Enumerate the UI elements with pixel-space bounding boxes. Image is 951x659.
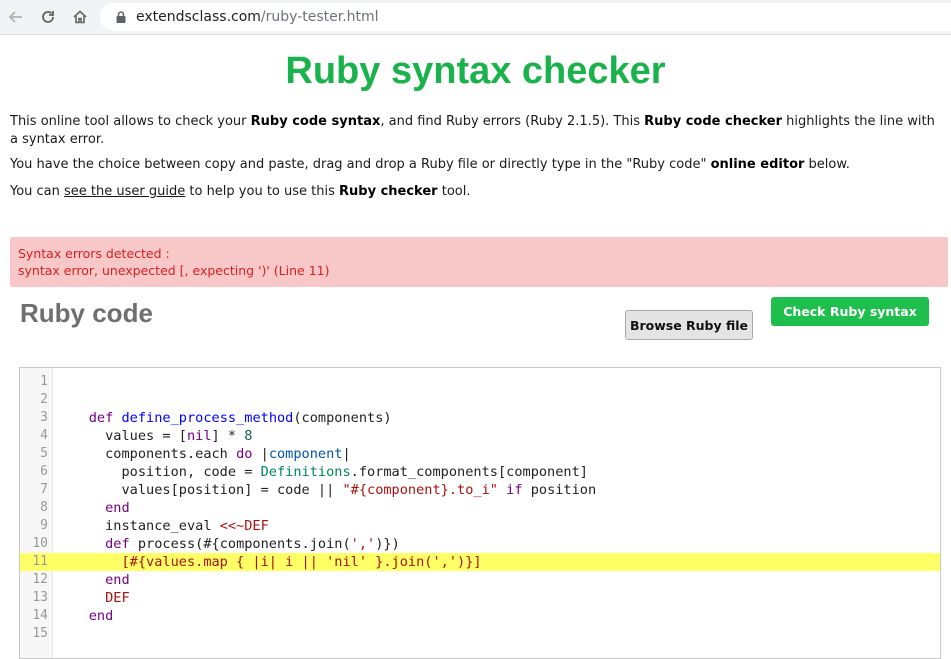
code-line[interactable]: 15 — [20, 625, 940, 643]
code-text: end — [88, 608, 114, 624]
code-text: values[position] = code || "#{component}… — [56, 482, 597, 498]
lock-icon — [116, 11, 126, 23]
intro1-bold-1: Ruby code syntax — [250, 114, 381, 129]
intro3-text-3: tool. — [437, 184, 471, 199]
browser-toolbar: extendsclass.com/ruby-tester.html — [0, 0, 951, 35]
intro3-bold-1: Ruby checker — [339, 184, 438, 199]
line-number: 15 — [32, 626, 48, 641]
code-line[interactable]: 2 — [20, 391, 940, 409]
code-line[interactable]: 6 position, code = Definitions.format_co… — [20, 463, 940, 481]
line-number: 6 — [40, 464, 48, 479]
intro2-text-1: You have the choice between copy and pas… — [10, 157, 711, 172]
url-host: extendsclass.com — [136, 9, 261, 25]
intro-paragraph-2: You have the choice between copy and pas… — [10, 156, 942, 174]
intro-paragraph-3: You can see the user guide to help you t… — [10, 183, 942, 201]
line-number: 5 — [40, 446, 48, 461]
intro2-bold-1: online editor — [710, 157, 805, 172]
line-number: 14 — [32, 608, 48, 623]
line-number: 12 — [32, 572, 48, 587]
line-number: 3 — [40, 410, 48, 425]
code-editor[interactable]: 123 def define_process_method(components… — [19, 367, 941, 659]
reload-icon[interactable] — [36, 5, 60, 29]
intro3-text-2: to help you to use this — [185, 184, 339, 199]
line-number: 13 — [32, 590, 48, 605]
code-text: end — [105, 500, 130, 516]
code-line-error[interactable]: 11 [#{values.map { |i| i || 'nil' }.join… — [20, 553, 940, 571]
code-line[interactable]: 5 components.each do |component| — [20, 445, 940, 463]
code-text: values = [nil] * 8 — [56, 428, 253, 444]
code-line[interactable]: 8 end — [20, 499, 940, 517]
back-arrow-icon[interactable] — [4, 5, 28, 29]
url-path: /ruby-tester.html — [260, 9, 379, 25]
intro1-bold-2: Ruby code checker — [644, 114, 782, 129]
code-line[interactable]: 14 end — [20, 607, 940, 625]
intro2-text-2: below. — [804, 157, 850, 172]
code-line[interactable]: 7 values[position] = code || "#{componen… — [20, 481, 940, 499]
code-line[interactable]: 3 def define_process_method(components) — [20, 409, 940, 427]
check-ruby-syntax-button[interactable]: Check Ruby syntax — [771, 297, 929, 326]
line-number: 4 — [40, 428, 48, 443]
address-bar[interactable]: extendsclass.com/ruby-tester.html — [100, 3, 951, 31]
line-number: 2 — [40, 392, 48, 407]
page-title: Ruby syntax checker — [285, 50, 666, 92]
line-number: 8 — [40, 500, 48, 515]
url-text: extendsclass.com/ruby-tester.html — [136, 9, 379, 25]
error-message: syntax error, unexpected [, expecting ')… — [18, 263, 330, 278]
code-line[interactable]: 12 end — [20, 571, 940, 589]
code-text: def process(#{components.join(',')}) — [105, 536, 400, 552]
code-line[interactable]: 10 def process(#{components.join(',')}) — [20, 535, 940, 553]
code-line[interactable]: 13 DEF — [20, 589, 940, 607]
code-text: def define_process_method(components) — [88, 410, 392, 426]
ruby-code-heading: Ruby code — [20, 298, 153, 328]
intro1-text-1: This online tool allows to check your — [10, 114, 251, 129]
code-text: components.each do |component| — [56, 446, 351, 462]
code-text: position, code = Definitions.format_comp… — [56, 464, 588, 480]
code-line[interactable]: 9 instance_eval <<~DEF — [20, 517, 940, 535]
intro1-text-2: , and find Ruby errors (Ruby 2.1.5). Thi… — [380, 114, 645, 129]
browse-ruby-file-button[interactable]: Browse Ruby file — [625, 310, 753, 340]
home-icon[interactable] — [68, 5, 92, 29]
line-number: 7 — [40, 482, 48, 497]
code-text: DEF — [105, 590, 130, 606]
line-number: 10 — [32, 536, 48, 551]
line-number: 1 — [40, 374, 48, 389]
code-text: end — [105, 572, 130, 588]
intro3-text-1: You can — [10, 184, 65, 199]
line-number: 11 — [32, 554, 48, 569]
intro-paragraph-1: This online tool allows to check your Ru… — [10, 113, 942, 149]
user-guide-link[interactable]: see the user guide — [64, 184, 185, 199]
line-number: 9 — [40, 518, 48, 533]
code-text: instance_eval <<~DEF — [56, 518, 269, 534]
error-heading: Syntax errors detected : — [18, 246, 170, 261]
code-text: [#{values.map { |i| i || 'nil' }.join(',… — [56, 554, 482, 570]
code-line[interactable]: 4 values = [nil] * 8 — [20, 427, 940, 445]
code-line[interactable]: 1 — [20, 373, 940, 391]
syntax-error-alert: Syntax errors detected : syntax error, u… — [10, 237, 948, 287]
